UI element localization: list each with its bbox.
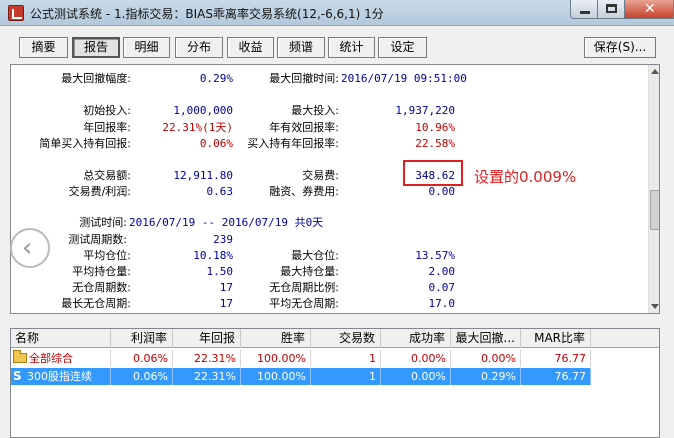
initial-investment-label: 初始投入:	[83, 104, 131, 117]
tab-summary[interactable]: 摘要	[19, 37, 68, 58]
tab-statistics[interactable]: 统计	[328, 37, 375, 58]
col-trade-count[interactable]: 交易数	[311, 329, 381, 348]
window-title: 公式测试系统 - 1.指标交易：BIAS乖离率交易系统(12,-6,6,1) 1…	[30, 7, 384, 21]
maximize-button[interactable]	[598, 0, 625, 19]
maximize-icon	[606, 4, 617, 13]
row-win-rate: 100.00%	[241, 368, 311, 385]
fee-annotation: 设置的0.009%	[474, 168, 577, 186]
scroll-up-icon[interactable]	[651, 69, 659, 74]
max-holding-value: 2.00	[428, 265, 456, 278]
row-success-rate: 0.00%	[381, 368, 451, 385]
max-drawdown-value: 0.29%	[199, 72, 233, 85]
buy-hold-annual-return-label: 买入持有年回报率:	[247, 137, 339, 150]
close-icon: ✕	[644, 1, 656, 17]
max-drawdown-label: 最大回撤幅度:	[61, 72, 131, 85]
tab-details[interactable]: 明细	[123, 37, 170, 58]
report-panel: 最大回撤幅度: 0.29% 最大回撤时间: 2016/07/19 09:51:0…	[10, 64, 660, 314]
close-button[interactable]: ✕	[625, 0, 674, 19]
max-position-value: 13.57%	[415, 249, 455, 262]
max-holding-label: 最大持仓量:	[280, 265, 339, 278]
row-success-rate: 0.00%	[381, 350, 451, 367]
row-max-drawdown: 0.00%	[451, 350, 521, 367]
tab-returns[interactable]: 收益	[227, 37, 274, 58]
buy-hold-return-value: 0.06%	[199, 137, 233, 150]
row-name-cell: S 300股指连续	[11, 368, 111, 385]
row-win-rate: 100.00%	[241, 350, 311, 367]
max-drawdown-time-label: 最大回撤时间:	[269, 72, 339, 85]
total-volume-value: 12,911.80	[173, 169, 233, 182]
row-max-drawdown: 0.29%	[451, 368, 521, 385]
col-success-rate[interactable]: 成功率	[381, 329, 451, 348]
fee-highlight-box	[403, 160, 463, 186]
effective-annual-return-value: 10.96%	[415, 121, 455, 134]
tab-report[interactable]: 报告	[72, 37, 120, 58]
title-bar: 公式测试系统 - 1.指标交易：BIAS乖离率交易系统(12,-6,6,1) 1…	[0, 0, 674, 26]
max-drawdown-time-value: 2016/07/19 09:51:00	[341, 72, 467, 85]
row-annual-return: 22.31%	[173, 350, 241, 367]
row-annual-return: 22.31%	[173, 368, 241, 385]
no-position-ratio-label: 无仓周期比例:	[269, 281, 339, 294]
grid-header: 名称 利润率 年回报 胜率 交易数 成功率 最大回撤... MAR比率	[11, 329, 659, 348]
row-mar-ratio: 76.77	[521, 350, 591, 367]
row-profit-rate: 0.06%	[111, 350, 173, 367]
col-win-rate[interactable]: 胜率	[241, 329, 311, 348]
annual-return-label: 年回报率:	[83, 121, 131, 134]
row-trade-count: 1	[311, 368, 381, 385]
financing-fee-label: 融资、券费用:	[269, 185, 339, 198]
avg-holding-value: 1.50	[206, 265, 234, 278]
row-mar-ratio: 76.77	[521, 368, 591, 385]
row-name: 300股指连续	[27, 370, 92, 383]
tab-distribution[interactable]: 分布	[175, 37, 223, 58]
trading-fee-label: 交易费:	[302, 169, 339, 182]
max-position-label: 最大仓位:	[291, 249, 339, 262]
strategy-s-icon: S	[13, 369, 22, 383]
no-position-cycles-value: 17	[219, 281, 233, 294]
initial-investment-value: 1,000,000	[173, 104, 233, 117]
longest-no-position-label: 最长无仓周期:	[61, 297, 131, 310]
max-investment-value: 1,937,220	[395, 104, 455, 117]
col-max-drawdown[interactable]: 最大回撤...	[451, 329, 521, 348]
fee-profit-ratio-label: 交易费/利润:	[68, 185, 131, 198]
save-button[interactable]: 保存(S)...	[584, 37, 656, 58]
tab-settings[interactable]: 设定	[378, 37, 427, 58]
tab-spectrum[interactable]: 频谱	[277, 37, 325, 58]
max-investment-label: 最大投入:	[291, 104, 339, 117]
col-name[interactable]: 名称	[11, 329, 111, 348]
test-period-value: 2016/07/19 -- 2016/07/19 共0天	[129, 216, 324, 229]
total-volume-label: 总交易额:	[83, 169, 131, 182]
row-name-cell: 全部综合	[11, 350, 111, 367]
row-profit-rate: 0.06%	[111, 368, 173, 385]
chevron-left-icon: ‹	[22, 233, 33, 263]
buy-hold-annual-return-value: 22.58%	[415, 137, 455, 150]
fee-profit-ratio-value: 0.63	[206, 185, 234, 198]
effective-annual-return-label: 年有效回报率:	[269, 121, 339, 134]
avg-no-position-label: 平均无仓周期:	[269, 297, 339, 310]
row-trade-count: 1	[311, 350, 381, 367]
financing-fee-value: 0.00	[428, 185, 456, 198]
scroll-thumb[interactable]	[650, 190, 659, 230]
results-grid: 名称 利润率 年回报 胜率 交易数 成功率 最大回撤... MAR比率 全部综合…	[10, 328, 660, 438]
minimize-button[interactable]	[570, 0, 598, 19]
longest-no-position-value: 17	[219, 297, 233, 310]
annual-return-value: 22.31%(1天)	[162, 121, 233, 134]
table-row-selected[interactable]: S 300股指连续 0.06% 22.31% 100.00% 1 0.00% 0.…	[11, 368, 591, 385]
col-annual-return[interactable]: 年回报	[173, 329, 241, 348]
test-cycles-value: 239	[213, 233, 233, 246]
col-profit-rate[interactable]: 利润率	[111, 329, 173, 348]
no-position-ratio-value: 0.07	[428, 281, 456, 294]
app-icon	[8, 5, 24, 21]
back-nav-button[interactable]: ‹	[10, 228, 50, 268]
folder-icon	[13, 350, 27, 363]
avg-no-position-value: 17.0	[428, 297, 456, 310]
buy-hold-return-label: 简单买入持有回报:	[39, 137, 131, 150]
no-position-cycles-label: 无仓周期数:	[72, 281, 131, 294]
report-scrollbar[interactable]	[648, 65, 659, 313]
row-name: 全部综合	[29, 352, 73, 365]
minimize-icon	[580, 11, 590, 14]
avg-position-value: 10.18%	[193, 249, 233, 262]
scroll-down-icon[interactable]	[651, 304, 659, 309]
col-mar-ratio[interactable]: MAR比率	[521, 329, 591, 348]
table-row[interactable]: 全部综合 0.06% 22.31% 100.00% 1 0.00% 0.00% …	[11, 350, 591, 367]
